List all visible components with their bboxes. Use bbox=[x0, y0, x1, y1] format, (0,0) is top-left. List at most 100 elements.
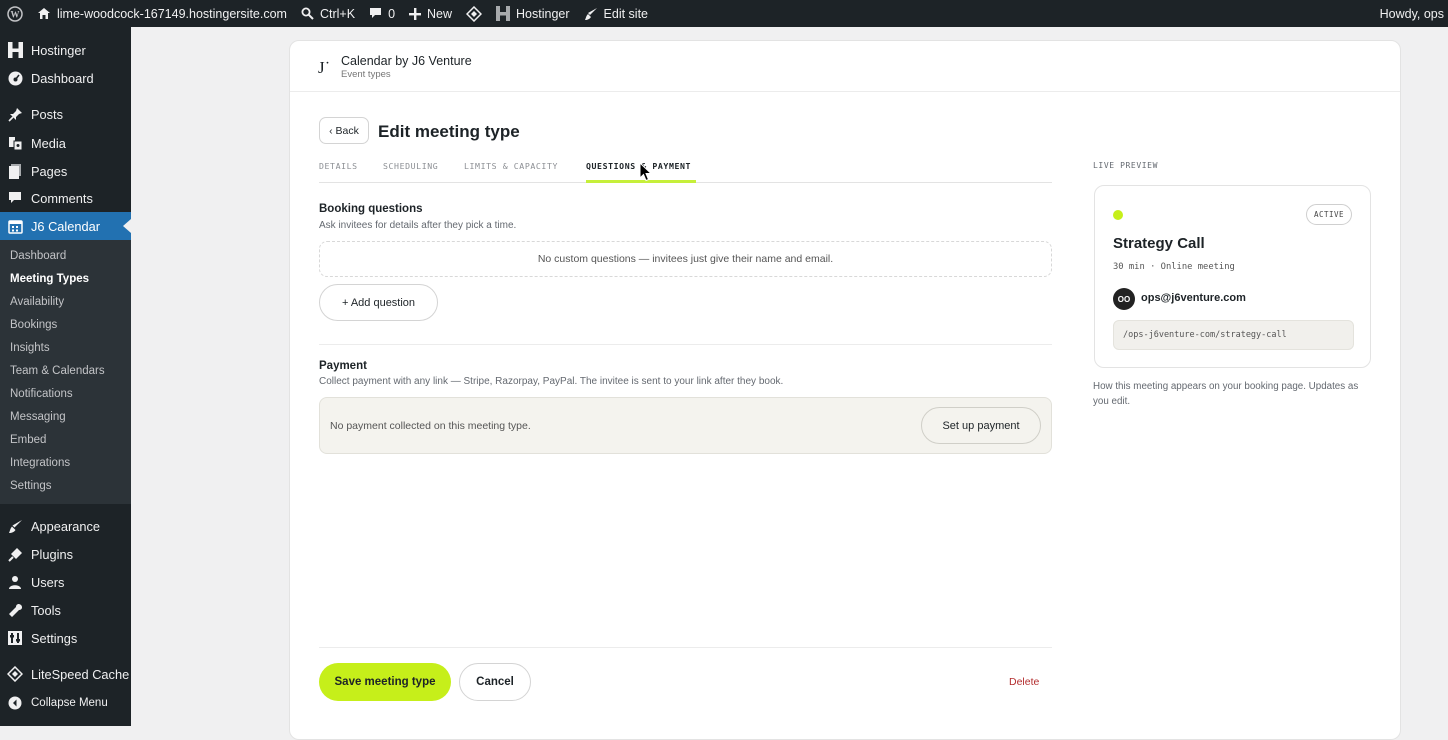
menu-label: Comments bbox=[31, 190, 93, 206]
editor-tabs: DETAILS SCHEDULING LIMITS & CAPACITY QUE… bbox=[319, 158, 1052, 183]
menu-label: Posts bbox=[31, 106, 64, 122]
hostinger-icon bbox=[496, 6, 511, 21]
avatar: OO bbox=[1113, 288, 1135, 310]
set-up-payment-button[interactable]: Set up payment bbox=[921, 407, 1041, 444]
menu-item-tools[interactable]: Tools bbox=[0, 596, 131, 624]
app-subtitle: Event types bbox=[341, 69, 391, 80]
tab-details[interactable]: DETAILS bbox=[319, 161, 358, 171]
booking-questions-title: Booking questions bbox=[319, 203, 423, 215]
home-icon bbox=[38, 8, 50, 19]
litespeed-button[interactable] bbox=[459, 0, 489, 27]
calendar-icon bbox=[7, 218, 23, 234]
meeting-type-editor: J˙ Calendar by J6 Venture Event types ‹ … bbox=[289, 40, 1401, 740]
menu-item-j6-calendar[interactable]: J6 Calendar bbox=[0, 212, 131, 240]
menu-label: Settings bbox=[31, 630, 78, 646]
menu-item-litespeed-cache[interactable]: LiteSpeed Cache bbox=[0, 660, 131, 688]
hostinger-label: Hostinger bbox=[516, 6, 570, 21]
hostinger-icon bbox=[7, 42, 23, 58]
app-title: Calendar by J6 Venture bbox=[341, 54, 472, 68]
admin-bar: W lime-woodcock-167149.hostingersite.com… bbox=[0, 0, 1448, 27]
submenu-item-messaging[interactable]: Messaging bbox=[10, 411, 66, 423]
comment-icon bbox=[370, 8, 382, 18]
cancel-button[interactable]: Cancel bbox=[459, 663, 531, 701]
wrench-icon bbox=[7, 602, 23, 618]
booking-questions-description: Ask invitees for details after they pick… bbox=[319, 220, 517, 231]
menu-item-media[interactable]: Media bbox=[0, 129, 131, 157]
command-search-button[interactable]: Ctrl+K bbox=[294, 0, 362, 27]
back-button[interactable]: ‹ Back bbox=[319, 117, 369, 144]
submenu-item-insights[interactable]: Insights bbox=[10, 342, 50, 354]
preview-title: Strategy Call bbox=[1113, 235, 1205, 252]
preview-note: How this meeting appears on your booking… bbox=[1093, 381, 1359, 407]
payment-description: Collect payment with any link — Stripe, … bbox=[319, 376, 784, 387]
menu-item-comments[interactable]: Comments bbox=[0, 184, 131, 212]
submenu-item-team-calendars[interactable]: Team & Calendars bbox=[10, 365, 105, 377]
diamond-icon bbox=[7, 666, 23, 682]
site-name-link[interactable]: lime-woodcock-167149.hostingersite.com bbox=[30, 0, 294, 27]
diamond-icon bbox=[466, 5, 483, 22]
edit-site-link[interactable]: Edit site bbox=[577, 0, 655, 27]
mouse-cursor-icon bbox=[639, 162, 653, 182]
new-label: New bbox=[427, 6, 453, 21]
submenu-item-bookings[interactable]: Bookings bbox=[10, 319, 57, 331]
submenu-item-settings[interactable]: Settings bbox=[10, 480, 52, 492]
hostinger-button[interactable]: Hostinger bbox=[489, 0, 577, 27]
menu-label: Plugins bbox=[31, 546, 73, 562]
dashboard-icon bbox=[7, 70, 23, 86]
pin-icon bbox=[7, 106, 23, 122]
payment-title: Payment bbox=[319, 360, 367, 372]
booking-url: /ops-j6venture-com/strategy-call bbox=[1113, 320, 1354, 350]
payment-status-text: No payment collected on this meeting typ… bbox=[330, 420, 531, 432]
edit-site-label: Edit site bbox=[603, 6, 648, 21]
tab-scheduling[interactable]: SCHEDULING bbox=[383, 161, 438, 171]
menu-label: Appearance bbox=[31, 518, 101, 534]
submenu-item-embed[interactable]: Embed bbox=[10, 434, 46, 446]
site-name: lime-woodcock-167149.hostingersite.com bbox=[57, 6, 287, 21]
pages-icon bbox=[7, 163, 23, 179]
submenu-item-dashboard[interactable]: Dashboard bbox=[10, 250, 66, 262]
my-account-link[interactable]: Howdy, ops bbox=[1380, 0, 1448, 27]
user-icon bbox=[7, 574, 23, 590]
footer-divider bbox=[319, 647, 1052, 648]
add-question-button[interactable]: + Add question bbox=[319, 284, 438, 321]
howdy-text: Howdy, ops bbox=[1379, 6, 1444, 21]
menu-item-settings[interactable]: Settings bbox=[0, 624, 131, 652]
settings-icon bbox=[7, 630, 23, 646]
new-content-button[interactable]: New bbox=[402, 0, 459, 27]
menu-item-pages[interactable]: Pages bbox=[0, 157, 131, 185]
app-header: J˙ Calendar by J6 Venture Event types bbox=[290, 41, 1400, 92]
save-meeting-type-button[interactable]: Save meeting type bbox=[319, 663, 451, 701]
wordpress-logo-button[interactable]: W bbox=[0, 0, 30, 27]
menu-item-plugins[interactable]: Plugins bbox=[0, 540, 131, 568]
comment-icon bbox=[7, 190, 23, 206]
status-dot bbox=[1113, 210, 1123, 220]
search-shortcut: Ctrl+K bbox=[319, 6, 356, 21]
payment-status-box: No payment collected on this meeting typ… bbox=[319, 397, 1052, 454]
preview-meta: 30 min · Online meeting bbox=[1113, 262, 1235, 272]
search-icon bbox=[301, 7, 314, 20]
comments-count: 0 bbox=[388, 6, 396, 21]
tab-limits-capacity[interactable]: LIMITS & CAPACITY bbox=[464, 161, 558, 171]
menu-item-hostinger[interactable]: Hostinger bbox=[0, 36, 131, 64]
menu-item-posts[interactable]: Posts bbox=[0, 100, 131, 128]
delete-link[interactable]: Delete bbox=[1009, 676, 1039, 688]
menu-label: J6 Calendar bbox=[31, 218, 101, 234]
page-title: Edit meeting type bbox=[378, 122, 520, 141]
menu-item-dashboard[interactable]: Dashboard bbox=[0, 64, 131, 92]
menu-label: Pages bbox=[31, 163, 68, 179]
host-email: ops@j6venture.com bbox=[1141, 292, 1246, 304]
submenu-item-meeting-types[interactable]: Meeting Types bbox=[10, 273, 89, 285]
collapse-menu-button[interactable]: Collapse Menu bbox=[0, 689, 131, 717]
collapse-icon bbox=[7, 695, 23, 711]
submenu-item-notifications[interactable]: Notifications bbox=[10, 388, 73, 400]
wordpress-icon: W bbox=[7, 5, 23, 22]
comments-link[interactable]: 0 bbox=[362, 0, 402, 27]
empty-questions-notice: No custom questions — invitees just give… bbox=[319, 241, 1052, 277]
submenu-item-availability[interactable]: Availability bbox=[10, 296, 64, 308]
j6-calendar-submenu: Dashboard Meeting Types Availability Boo… bbox=[0, 240, 131, 504]
menu-label: Hostinger bbox=[31, 42, 86, 58]
submenu-item-integrations[interactable]: Integrations bbox=[10, 457, 70, 469]
live-preview-label: LIVE PREVIEW bbox=[1093, 161, 1158, 170]
menu-item-appearance[interactable]: Appearance bbox=[0, 512, 131, 540]
menu-item-users[interactable]: Users bbox=[0, 568, 131, 596]
